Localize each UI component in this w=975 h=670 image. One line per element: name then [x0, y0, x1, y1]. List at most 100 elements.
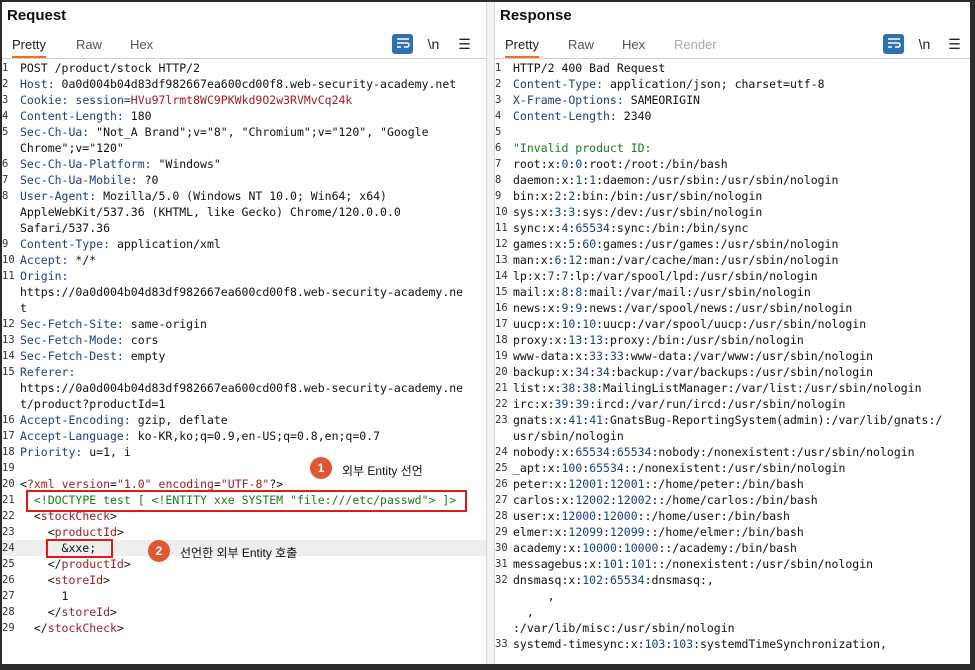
token: nobody:x: [513, 445, 576, 459]
token: 12 [568, 253, 583, 267]
token: Sec-Fetch-Site: [20, 317, 124, 331]
token: HTTP/2 400 Bad Request [513, 61, 666, 75]
token: mail:x: [513, 285, 562, 299]
token: : [596, 509, 604, 523]
wrap-lines-button[interactable] [392, 34, 413, 54]
token: 34 [575, 365, 590, 379]
token: : [554, 269, 562, 283]
line-number: 28 [495, 510, 508, 522]
token: Chrome";v="120" [20, 141, 124, 155]
line-number: 7 [2, 174, 9, 186]
show-newlines-button[interactable]: \n [423, 34, 444, 54]
token: */* [68, 253, 97, 267]
line-number: 5 [2, 126, 9, 138]
token: peter:x: [513, 477, 569, 491]
request-code-line: 2 Host: 0a0d004b04d83df982667ea600cd00f8.… [2, 76, 486, 92]
line-number: 27 [495, 494, 508, 506]
token: "Windows" [151, 157, 221, 171]
response-code-line: 10 sys:x:3:3:sys:/dev:/usr/sbin/nologin [495, 204, 970, 220]
line-text: Origin: [20, 268, 68, 284]
token: 0a0d004b04d83df982667ea600cd00f8.web-sec… [54, 77, 457, 91]
line-text: t/product?productId=1 [20, 396, 165, 412]
token: 2340 [616, 109, 652, 123]
line-text: https://0a0d004b04d83df982667ea600cd00f8… [20, 380, 463, 396]
line-text: AppleWebKit/537.36 (KHTML, like Gecko) C… [20, 204, 401, 220]
token: 10 [561, 317, 576, 331]
token: ?xml [26, 477, 55, 491]
token: "1.0" [116, 477, 152, 491]
annotation-text-2: 선언한 외부 Entity 호출 [180, 546, 298, 560]
line-text: Content-Type: application/xml [20, 236, 221, 252]
token: 12099 [568, 525, 604, 539]
request-code-line: 26 <storeId> [2, 572, 486, 588]
tab-render[interactable]: Render [674, 37, 717, 52]
request-code-line: 3 Cookie: session=HVu97lrmt8WC9PKWkd9O2w3… [2, 92, 486, 108]
token: same-origin [123, 317, 207, 331]
response-code-line: 27 carlos:x:12002:12002::/home/carlos:/bi… [495, 492, 970, 508]
token: ko-KR,ko;q=0.9,en-US;q=0.8,en;q=0.7 [130, 429, 381, 443]
token: bin:x: [513, 189, 555, 203]
token: news:x: [513, 301, 562, 315]
token: man:x: [513, 253, 555, 267]
line-text: </storeId> [20, 604, 117, 620]
line-number: 29 [495, 526, 508, 538]
response-code-line: 19 www-data:x:33:33:www-data:/var/www:/us… [495, 348, 970, 364]
line-text: Sec-Ch-Ua-Platform: "Windows" [20, 156, 221, 172]
pane-splitter[interactable] [486, 2, 495, 664]
token: ?> [269, 477, 284, 491]
response-code-line: 7 root:x:0:0:root:/root:/bin/bash [495, 156, 970, 172]
token: 12000 [561, 509, 597, 523]
token: :sync:/bin:/bin/sync [609, 221, 749, 235]
token: 103 [644, 637, 666, 651]
token: </ [20, 605, 62, 619]
token: 33 [609, 349, 624, 363]
line-number: 9 [495, 190, 502, 202]
tab-hex[interactable]: Hex [130, 37, 153, 52]
request-code-line: Safari/537.36 [2, 220, 486, 236]
wrap-lines-button[interactable] [883, 34, 904, 54]
response-code-line: 6 "Invalid product ID: [495, 140, 970, 156]
response-code-line: 9 bin:x:2:2:bin:/bin:/usr/sbin/nologin [495, 188, 970, 204]
line-number: 23 [495, 414, 508, 426]
token: session= [75, 93, 131, 107]
token: HVu97lrmt8WC9PKWkd9O2w3RVMvCq24k [130, 93, 353, 107]
tab-raw[interactable]: Raw [76, 37, 102, 52]
token: , [513, 589, 555, 603]
line-text: Chrome";v="120" [20, 140, 124, 156]
token: ::/academy:/bin/bash [658, 541, 797, 555]
token: :GnatsBug-ReportingSystem(admin):/var/li… [603, 413, 943, 427]
line-number: 31 [495, 558, 508, 570]
tab-pretty[interactable]: Pretty [12, 37, 46, 58]
token: https://0a0d004b04d83df982667ea600cd00f8… [20, 285, 464, 299]
line-text: daemon:x:1:1:daemon:/usr/sbin:/usr/sbin/… [513, 172, 838, 188]
response-code-line: 2 Content-Type: application/json; charset… [495, 76, 970, 92]
token: > [116, 525, 124, 539]
menu-icon[interactable]: ☰ [944, 34, 965, 54]
token: gzip, deflate [130, 413, 228, 427]
token: : [603, 573, 610, 587]
tab-hex[interactable]: Hex [622, 37, 645, 52]
menu-icon[interactable]: ☰ [454, 34, 475, 54]
token: : [603, 525, 610, 539]
line-number: 16 [2, 414, 15, 426]
line-text: user:x:12000:12000::/home/user:/bin/bash [513, 508, 790, 524]
tab-pretty[interactable]: Pretty [505, 37, 539, 58]
token: Accept-Language: [20, 429, 131, 443]
token: 39 [575, 397, 590, 411]
token: academy:x: [513, 541, 583, 555]
line-number: 8 [2, 190, 9, 202]
tab-raw[interactable]: Raw [568, 37, 594, 52]
token: 38 [561, 381, 576, 395]
response-editor[interactable]: 1 HTTP/2 400 Bad Request 2 Content-Type: ap… [495, 59, 970, 664]
token: backup:x: [513, 365, 576, 379]
show-newlines-button[interactable]: \n [914, 34, 935, 54]
line-number: 24 [2, 542, 15, 554]
request-editor[interactable]: 1 POST /product/stock HTTP/2 2 Host: 0a0d00… [2, 59, 486, 664]
line-text: systemd-timesync:x:103:103:systemdTimeSy… [513, 636, 887, 652]
token: 10000 [582, 541, 617, 555]
line-number: 4 [2, 110, 9, 122]
token: ?0 [137, 173, 159, 187]
response-code-line: 23 gnats:x:41:41:GnatsBug-ReportingSystem… [495, 412, 970, 428]
token: : [623, 557, 631, 571]
line-text: gnats:x:41:41:GnatsBug-ReportingSystem(a… [513, 412, 942, 428]
